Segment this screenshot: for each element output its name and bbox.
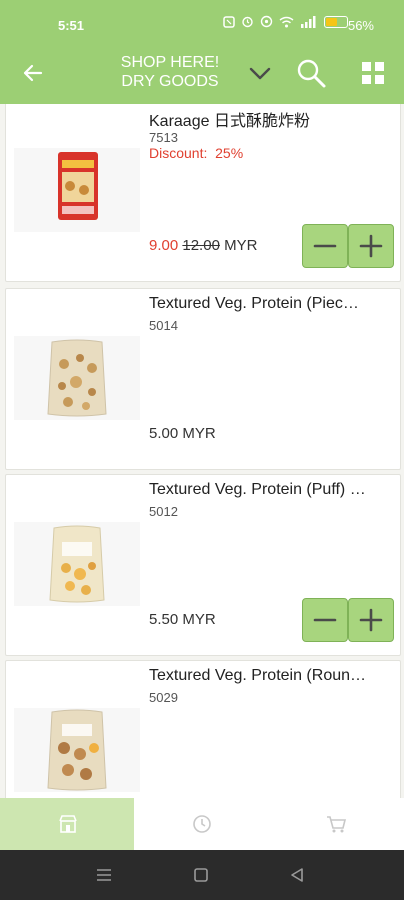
product-code: 7513 [149, 130, 178, 145]
product-price: 9.00 12.00 MYR [149, 237, 257, 254]
minus-icon [313, 618, 337, 622]
app-header: SHOP HERE! DRY GOODS [0, 46, 404, 104]
product-name: Textured Veg. Protein (Piec… [149, 295, 359, 312]
product-list[interactable]: Karaage 日式酥脆炸粉 7513 Discount: 25% 9.00 1… [0, 104, 404, 798]
tab-cart[interactable] [268, 798, 402, 850]
minus-icon [313, 244, 337, 248]
category-selector[interactable]: SHOP HERE! DRY GOODS [100, 53, 240, 91]
cart-icon [327, 816, 347, 833]
tab-store[interactable] [0, 798, 134, 850]
discount-value: 25% [215, 145, 244, 161]
increase-quantity-button[interactable] [348, 224, 394, 268]
product-name: Karaage 日式酥脆炸粉 [149, 113, 310, 130]
status-time: 5:51 [58, 18, 85, 33]
battery-icon [324, 15, 348, 28]
nfc-icon [223, 15, 235, 28]
discount-label: Discount: 25% [149, 145, 243, 161]
sale-price: 9.00 [149, 237, 179, 254]
product-code: 5029 [149, 690, 178, 705]
product-card[interactable]: Textured Veg. Protein (Puff) … 5012 5.50… [5, 474, 401, 656]
recent-apps-icon[interactable] [95, 867, 113, 883]
search-icon[interactable] [294, 56, 328, 90]
store-icon [59, 815, 77, 833]
product-image [14, 708, 140, 792]
system-nav-bar [0, 850, 404, 900]
history-clock-icon [193, 815, 211, 833]
battery-percent: 56% [347, 18, 374, 33]
wifi-icon [279, 16, 294, 27]
status-icons [223, 15, 348, 28]
discount-text: Discount: [149, 145, 208, 161]
product-name: Textured Veg. Protein (Roun… [149, 667, 367, 684]
product-card[interactable]: Textured Veg. Protein (Roun… 5029 [5, 660, 401, 798]
bottom-nav [0, 798, 404, 850]
product-card[interactable]: Textured Veg. Protein (Piec… 5014 5.00 M… [5, 288, 401, 470]
product-image [14, 148, 140, 232]
header-subtitle: DRY GOODS [121, 73, 219, 90]
product-name: Textured Veg. Protein (Puff) … [149, 481, 366, 498]
back-icon[interactable] [289, 867, 305, 883]
home-icon[interactable] [193, 867, 209, 883]
tab-history[interactable] [134, 798, 268, 850]
product-code: 5012 [149, 504, 178, 519]
grid-view-icon[interactable] [360, 60, 386, 86]
product-price: 5.00 MYR [149, 425, 216, 442]
signal-icon [301, 15, 316, 28]
header-title: SHOP HERE! [120, 54, 220, 71]
chevron-down-icon[interactable] [246, 59, 274, 87]
product-code: 5014 [149, 318, 178, 333]
decrease-quantity-button[interactable] [302, 224, 348, 268]
plus-icon [359, 608, 383, 632]
status-bar: 5:51 56% [0, 0, 404, 46]
decrease-quantity-button[interactable] [302, 598, 348, 642]
whatsapp-icon [260, 15, 273, 28]
product-price: 5.50 MYR [149, 611, 216, 628]
currency: MYR [224, 237, 258, 254]
product-image [14, 522, 140, 606]
increase-quantity-button[interactable] [348, 598, 394, 642]
back-arrow-icon[interactable] [18, 58, 48, 88]
product-card[interactable]: Karaage 日式酥脆炸粉 7513 Discount: 25% 9.00 1… [5, 104, 401, 282]
plus-icon [359, 234, 383, 258]
original-price: 12.00 [182, 237, 220, 254]
product-image [14, 336, 140, 420]
alarm-icon [242, 16, 253, 28]
app-screen: 5:51 56% SHOP HERE! DRY GOODS Karaage 日式… [0, 0, 404, 900]
